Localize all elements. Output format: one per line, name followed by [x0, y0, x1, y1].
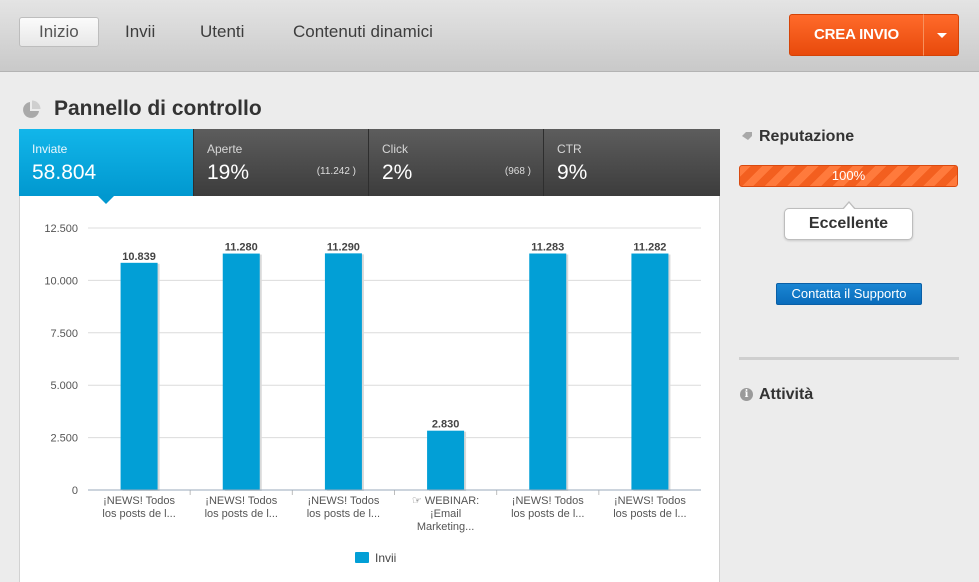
tab-contenuti-dinamici[interactable]: Contenuti dinamici — [293, 17, 433, 47]
pie-chart-icon — [23, 100, 41, 118]
stat-value: 19% — [207, 161, 250, 184]
stat-label: Click — [382, 142, 408, 156]
page-title: Pannello di controllo — [54, 97, 262, 120]
stat-value: 9% — [557, 161, 588, 184]
stat-count: (968 ) — [504, 166, 531, 177]
x-tick-label: ¡NEWS! Todos — [614, 495, 686, 507]
y-tick-label: 2.500 — [50, 433, 78, 445]
x-tick-label: ¡NEWS! Todos — [307, 495, 379, 507]
x-tick-label: los posts de l... — [613, 508, 686, 520]
x-tick-label: los posts de l... — [205, 508, 278, 520]
data-label: 11.290 — [327, 241, 360, 253]
bar — [222, 253, 260, 490]
x-tick-label: ¡NEWS! Todos — [205, 495, 277, 507]
sends-bar-chart: 0 2.500 5.000 7.500 10.000 12.500 10.839 ¡NEWS!… — [44, 223, 701, 533]
tab-inizio[interactable]: Inizio — [19, 17, 99, 47]
stat-aperte[interactable]: Aperte 19% (11.242 ) — [194, 129, 369, 196]
y-tick-label: 5.000 — [50, 380, 78, 392]
data-label: 11.282 — [633, 242, 666, 254]
y-tick-label: 10.000 — [44, 275, 78, 287]
y-tick-label: 0 — [72, 485, 78, 497]
stat-ctr[interactable]: CTR 9% — [544, 129, 720, 196]
reputation-percent: 100% — [831, 168, 866, 183]
chart-legend[interactable]: Invii — [355, 551, 396, 565]
x-tick-label: los posts de l... — [102, 508, 175, 520]
stat-click[interactable]: Click 2% (968 ) — [369, 129, 544, 196]
x-tick-label: ¡NEWS! Todos — [512, 495, 584, 507]
data-label: 11.280 — [225, 242, 258, 254]
stat-value: 2% — [382, 161, 413, 184]
data-label: 11.283 — [531, 242, 564, 254]
bar — [324, 253, 362, 490]
x-tick-label: Marketing... — [417, 521, 474, 533]
tab-utenti[interactable]: Utenti — [200, 17, 244, 47]
stat-label: CTR — [557, 142, 582, 156]
legend-swatch — [355, 552, 369, 563]
y-tick-label: 7.500 — [50, 328, 78, 340]
bar — [529, 253, 567, 490]
reputation-progress-bar: 100% — [739, 165, 958, 187]
stat-inviate[interactable]: Inviate 58.804 — [19, 129, 194, 196]
stat-label: Inviate — [32, 142, 68, 156]
active-stat-pointer — [98, 196, 114, 204]
chart-panel: 0 2.500 5.000 7.500 10.000 12.500 10.839 ¡NEWS!… — [19, 196, 720, 582]
x-tick-label: ¡Email — [430, 508, 461, 520]
stat-value: 58.804 — [32, 161, 97, 184]
y-tick-label: 12.500 — [44, 223, 78, 235]
x-tick-label: los posts de l... — [511, 508, 584, 520]
x-tick-label: ☞ WEBINAR: — [412, 495, 479, 507]
contact-support-button[interactable]: Contatta il Supporto — [776, 283, 922, 305]
bar — [427, 430, 465, 490]
activity-title: Attività — [759, 386, 814, 403]
bar — [631, 253, 669, 490]
create-send-button[interactable]: CREA INVIO — [789, 14, 924, 56]
create-send-dropdown-button[interactable] — [923, 14, 959, 56]
stat-label: Aperte — [207, 142, 243, 156]
reputation-title: Reputazione — [759, 128, 855, 145]
tag-icon — [742, 132, 752, 140]
data-label: 10.839 — [122, 251, 156, 263]
x-tick-label: los posts de l... — [307, 508, 380, 520]
top-bar: Inizio Invii Utenti Contenuti dinamici C… — [0, 0, 979, 72]
data-label: 2.830 — [432, 419, 460, 431]
info-icon: i — [740, 388, 753, 401]
tab-invii[interactable]: Invii — [125, 17, 155, 47]
caret-down-icon — [937, 33, 947, 38]
reputation-level-tooltip: Eccellente — [784, 201, 913, 240]
bar — [120, 262, 158, 490]
sidebar-divider — [739, 357, 959, 360]
stat-count: (11.242 ) — [316, 166, 356, 177]
stats-strip: Inviate 58.804 Aperte 19% (11.242 ) Clic… — [19, 129, 720, 196]
x-tick-label: ¡NEWS! Todos — [103, 495, 175, 507]
legend-label: Invii — [375, 551, 397, 565]
